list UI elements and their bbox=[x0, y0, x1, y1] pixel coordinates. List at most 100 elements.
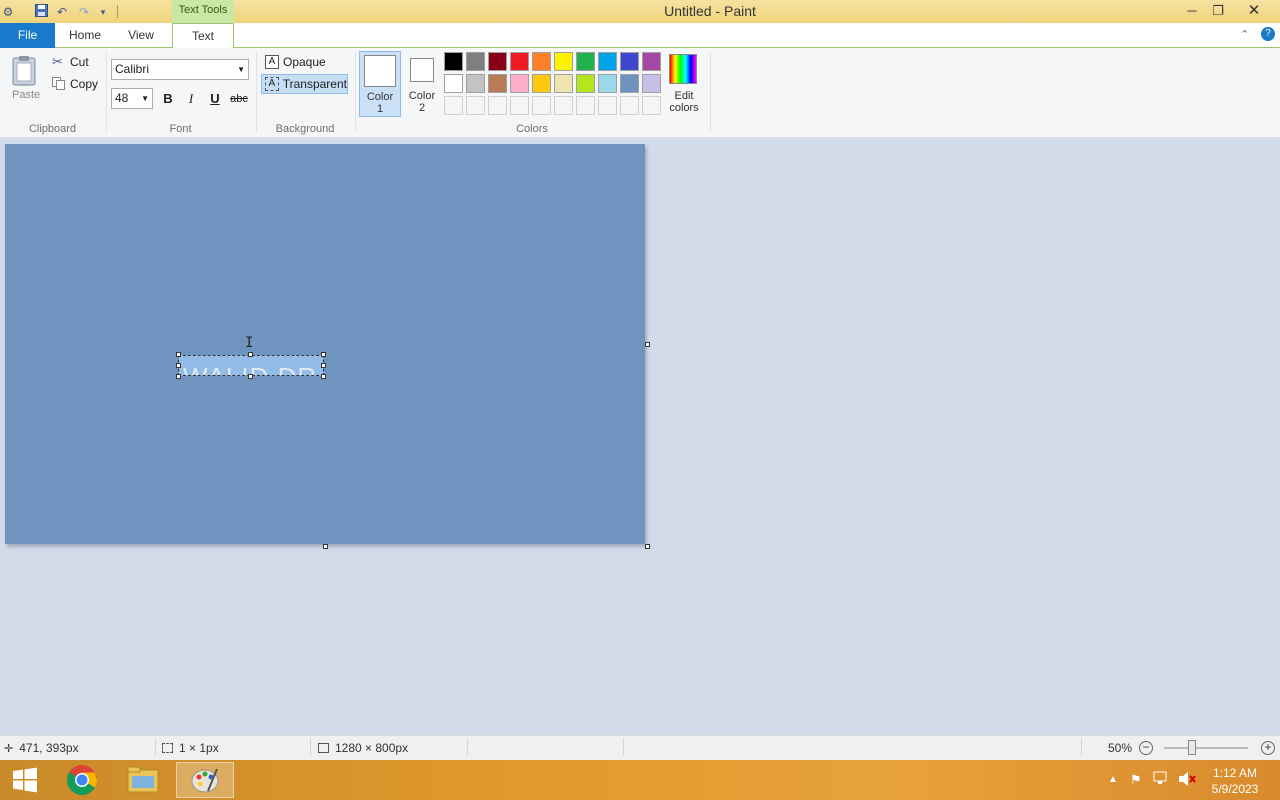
canvas-resize-handle-right[interactable] bbox=[645, 342, 650, 347]
palette-swatch[interactable] bbox=[620, 96, 639, 115]
palette-swatch[interactable] bbox=[620, 74, 639, 93]
palette-swatch[interactable] bbox=[444, 52, 463, 71]
paint-app-icon[interactable]: ⚙ bbox=[0, 4, 16, 20]
action-center-flag-icon[interactable]: ⚑ bbox=[1130, 772, 1142, 788]
zoom-slider-thumb[interactable] bbox=[1188, 740, 1196, 755]
edit-colors-label: Edit bbox=[674, 90, 694, 102]
zoom-slider-track[interactable] bbox=[1164, 747, 1248, 749]
taskbar-file-explorer[interactable] bbox=[115, 762, 171, 798]
text-box-handle[interactable] bbox=[248, 374, 253, 379]
palette-swatch[interactable] bbox=[488, 96, 507, 115]
edit-colors-button[interactable]: Edit colors bbox=[666, 51, 702, 117]
opaque-button[interactable]: A Opaque bbox=[263, 53, 347, 71]
palette-swatch[interactable] bbox=[532, 96, 551, 115]
undo-icon[interactable]: ↶ bbox=[54, 4, 70, 20]
windows-logo-icon bbox=[13, 767, 37, 793]
strikethrough-button[interactable]: abc bbox=[228, 89, 250, 109]
network-icon[interactable] bbox=[1153, 771, 1171, 785]
selection-size-value: 1 × 1px bbox=[179, 741, 219, 755]
folder-icon bbox=[127, 766, 159, 793]
text-box-handle[interactable] bbox=[248, 352, 253, 357]
clipboard-group-label: Clipboard bbox=[28, 123, 77, 135]
chevron-down-icon: ▼ bbox=[237, 65, 245, 74]
font-family-dropdown[interactable]: Calibri ▼ bbox=[111, 59, 249, 80]
underline-button[interactable]: U bbox=[205, 89, 225, 109]
group-separator bbox=[256, 52, 257, 132]
palette-swatch[interactable] bbox=[444, 96, 463, 115]
palette-swatch[interactable] bbox=[576, 96, 595, 115]
taskbar-paint[interactable] bbox=[176, 762, 234, 798]
tab-file[interactable]: File bbox=[0, 23, 55, 48]
text-box-handle[interactable] bbox=[176, 352, 181, 357]
text-box-handle[interactable] bbox=[176, 374, 181, 379]
zoom-out-button[interactable]: − bbox=[1139, 741, 1153, 755]
palette-swatch[interactable] bbox=[488, 74, 507, 93]
taskbar-chrome[interactable] bbox=[54, 762, 110, 798]
palette-swatch[interactable] bbox=[576, 74, 595, 93]
cut-button[interactable]: ✂ Cut bbox=[52, 53, 89, 71]
palette-swatch[interactable] bbox=[488, 52, 507, 71]
redo-icon[interactable]: ↷ bbox=[76, 4, 92, 20]
palette-swatch[interactable] bbox=[510, 96, 529, 115]
clock[interactable]: 1:12 AM 5/9/2023 bbox=[1204, 765, 1266, 797]
close-button[interactable]: ✕ bbox=[1236, 0, 1272, 23]
palette-swatch[interactable] bbox=[532, 74, 551, 93]
bold-button[interactable]: B bbox=[158, 89, 178, 109]
palette-swatch[interactable] bbox=[642, 74, 661, 93]
tab-text[interactable]: Text bbox=[172, 23, 234, 49]
palette-swatch[interactable] bbox=[554, 52, 573, 71]
palette-swatch[interactable] bbox=[554, 96, 573, 115]
palette-swatch[interactable] bbox=[510, 74, 529, 93]
save-icon[interactable] bbox=[33, 4, 49, 20]
color2-button[interactable]: Color 2 bbox=[403, 51, 441, 117]
color1-number: 1 bbox=[376, 103, 384, 115]
customize-quick-access-icon[interactable]: ▾ bbox=[95, 4, 111, 20]
text-box-handle[interactable] bbox=[321, 374, 326, 379]
palette-swatch[interactable] bbox=[532, 52, 551, 71]
palette-swatch[interactable] bbox=[598, 96, 617, 115]
group-separator bbox=[710, 52, 711, 132]
palette-swatch[interactable] bbox=[444, 74, 463, 93]
transparent-icon: A bbox=[265, 77, 279, 91]
palette-swatch[interactable] bbox=[466, 74, 485, 93]
palette-swatch[interactable] bbox=[466, 52, 485, 71]
volume-muted-icon[interactable] bbox=[1178, 771, 1196, 787]
text-box[interactable]: WALID DR bbox=[178, 355, 324, 376]
drawing-canvas[interactable] bbox=[5, 144, 645, 544]
italic-button[interactable]: I bbox=[181, 89, 201, 109]
text-box-handle[interactable] bbox=[176, 363, 181, 368]
chrome-icon bbox=[67, 765, 98, 796]
palette-swatch[interactable] bbox=[642, 96, 661, 115]
canvas-resize-handle-corner[interactable] bbox=[645, 544, 650, 549]
canvas-resize-handle-bottom[interactable] bbox=[323, 544, 328, 549]
show-hidden-icons-icon[interactable]: ▲ bbox=[1108, 774, 1118, 785]
text-tools-context-label: Text Tools bbox=[172, 0, 234, 23]
palette-swatch[interactable] bbox=[598, 74, 617, 93]
palette-swatch[interactable] bbox=[598, 52, 617, 71]
palette-swatch[interactable] bbox=[576, 52, 595, 71]
tab-home[interactable]: Home bbox=[62, 23, 108, 48]
tab-view[interactable]: View bbox=[118, 23, 164, 48]
copy-button[interactable]: Copy bbox=[52, 75, 98, 93]
minimize-ribbon-icon[interactable]: ⌃ bbox=[1240, 28, 1249, 41]
font-size-dropdown[interactable]: 48 ▼ bbox=[111, 88, 153, 109]
palette-swatch[interactable] bbox=[466, 96, 485, 115]
opaque-icon: A bbox=[265, 55, 279, 69]
transparent-button[interactable]: A Transparent bbox=[261, 74, 348, 94]
help-icon[interactable]: ? bbox=[1261, 27, 1275, 41]
status-separator bbox=[155, 738, 156, 756]
text-box-handle[interactable] bbox=[321, 363, 326, 368]
text-box-handle[interactable] bbox=[321, 352, 326, 357]
color1-swatch bbox=[364, 55, 396, 87]
palette-swatch[interactable] bbox=[554, 74, 573, 93]
color1-button[interactable]: Color 1 bbox=[359, 51, 401, 117]
crosshair-icon: ✛ bbox=[4, 742, 14, 755]
selection-size: 1 × 1px bbox=[162, 741, 219, 755]
palette-swatch[interactable] bbox=[620, 52, 639, 71]
palette-swatch[interactable] bbox=[510, 52, 529, 71]
start-button[interactable] bbox=[0, 762, 50, 798]
window-title: Untitled - Paint bbox=[664, 3, 756, 19]
zoom-in-button[interactable]: + bbox=[1261, 741, 1275, 755]
palette-swatch[interactable] bbox=[642, 52, 661, 71]
restore-button[interactable]: ❐ bbox=[1200, 0, 1236, 23]
